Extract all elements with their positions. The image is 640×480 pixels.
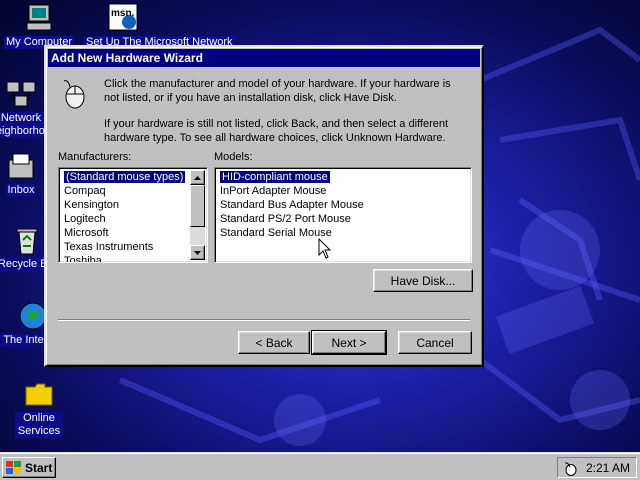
list-item[interactable]: InPort Adapter Mouse <box>217 184 469 198</box>
window-titlebar[interactable]: Add New Hardware Wizard <box>48 49 480 67</box>
list-item[interactable]: HID-compliant mouse <box>217 170 469 184</box>
desktop-icon-online-services[interactable]: Online Services <box>0 378 78 438</box>
recycle-bin-icon <box>11 224 43 256</box>
manufacturer-option: Compaq <box>64 185 106 197</box>
add-hardware-wizard-window: Add New Hardware Wizard Click the manufa… <box>44 45 484 367</box>
mouse-icon <box>58 77 92 111</box>
manufacturers-listbox[interactable]: (Standard mouse types) Compaq Kensington… <box>58 167 208 263</box>
list-item[interactable]: Logitech <box>61 212 189 226</box>
model-option: HID-compliant mouse <box>220 171 330 183</box>
window-title: Add New Hardware Wizard <box>51 51 203 65</box>
manufacturer-option: (Standard mouse types) <box>62 170 187 184</box>
taskbar: Start 2:21 AM <box>0 452 640 480</box>
desktop-icon-msn-setup[interactable]: msn. Set Up The Microsoft Network <box>84 2 235 49</box>
models-listbox[interactable]: HID-compliant mouse InPort Adapter Mouse… <box>214 167 472 263</box>
folder-icon <box>23 378 55 410</box>
models-label: Models: <box>214 151 253 163</box>
desktop-icon-label: Inbox <box>5 184 37 197</box>
list-item[interactable]: Microsoft <box>61 226 189 240</box>
system-tray: 2:21 AM <box>557 457 637 478</box>
list-item[interactable]: Kensington <box>61 198 189 212</box>
model-option: Standard Serial Mouse <box>220 227 332 239</box>
windows-logo-icon <box>6 460 21 474</box>
intro-text: Click the manufacturer and model of your… <box>104 78 451 104</box>
msn-logo-text: msn. <box>111 8 135 19</box>
back-button[interactable]: < Back <box>238 331 310 354</box>
desktop-icon-label: Online Services <box>15 412 63 438</box>
arrow-down-icon <box>194 250 201 255</box>
arrow-up-icon <box>194 175 201 180</box>
start-label: Start <box>25 460 53 475</box>
inbox-icon <box>5 150 37 182</box>
manufacturers-list: (Standard mouse types) Compaq Kensington… <box>61 170 189 263</box>
cancel-button[interactable]: Cancel <box>398 331 472 354</box>
have-disk-label: Have Disk... <box>390 273 456 288</box>
manufacturer-option: Toshiba <box>64 255 102 263</box>
mouse-pointer-icon <box>318 237 332 260</box>
scroll-up-button[interactable] <box>190 170 205 185</box>
mouse-tray-icon[interactable] <box>562 460 578 476</box>
next-label: Next > <box>331 335 367 350</box>
models-label-text: Models: <box>214 151 253 163</box>
msn-icon: msn. <box>107 2 139 34</box>
have-disk-button[interactable]: Have Disk... <box>373 269 473 292</box>
list-item[interactable]: Toshiba <box>61 254 189 263</box>
cancel-label: Cancel <box>416 335 454 350</box>
computer-icon <box>23 2 55 34</box>
model-option: InPort Adapter Mouse <box>220 185 327 197</box>
list-item[interactable]: (Standard mouse types) <box>61 170 189 184</box>
list-item[interactable]: Texas Instruments <box>61 240 189 254</box>
manufacturer-option: Microsoft <box>64 227 109 239</box>
list-item[interactable]: Standard PS/2 Port Mouse <box>217 212 469 226</box>
clock[interactable]: 2:21 AM <box>586 461 630 475</box>
manufacturer-option: Logitech <box>64 213 106 225</box>
button-separator <box>58 319 470 321</box>
list-item[interactable]: Compaq <box>61 184 189 198</box>
desktop-icon-my-computer[interactable]: My Computer <box>0 2 78 49</box>
scroll-down-button[interactable] <box>190 245 205 260</box>
manufacturer-option: Kensington <box>64 199 120 211</box>
model-option: Standard PS/2 Port Mouse <box>220 213 351 225</box>
manufacturers-label: Manufacturers: <box>58 151 131 163</box>
manufacturer-option: Texas Instruments <box>64 241 154 253</box>
manufacturers-scrollbar[interactable] <box>190 170 205 260</box>
scroll-thumb[interactable] <box>190 185 205 227</box>
help-text: If your hardware is still not listed, cl… <box>104 118 449 144</box>
back-label: < Back <box>255 335 293 350</box>
next-button[interactable]: Next > <box>311 330 387 355</box>
network-icon <box>5 78 37 110</box>
list-item[interactable]: Standard Serial Mouse <box>217 226 469 240</box>
list-item[interactable]: Standard Bus Adapter Mouse <box>217 198 469 212</box>
model-option: Standard Bus Adapter Mouse <box>220 199 364 211</box>
manufacturers-label-text: Manufacturers: <box>58 151 132 163</box>
start-button[interactable]: Start <box>2 457 56 478</box>
models-list: HID-compliant mouse InPort Adapter Mouse… <box>217 170 469 240</box>
